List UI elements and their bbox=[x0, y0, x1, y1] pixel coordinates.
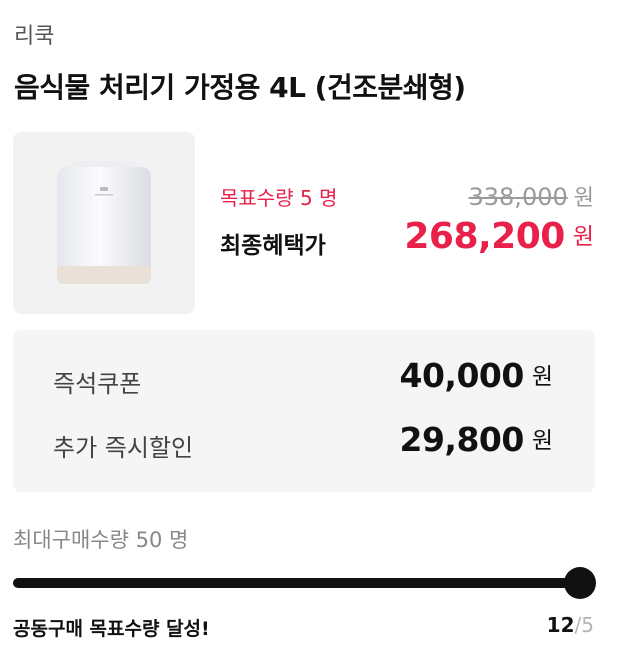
coupon-label: 즉석쿠폰 bbox=[53, 370, 142, 398]
product-thumbnail[interactable] bbox=[13, 132, 195, 314]
goal-achieved-label: 공동구매 목표수량 달성! bbox=[13, 618, 210, 640]
coupon-amount-value: 40,000 bbox=[399, 356, 524, 395]
current-count: 12 bbox=[546, 613, 575, 637]
product-title: 음식물 처리기 가정용 4L (건조분쇄형) bbox=[14, 71, 466, 104]
food-waste-processor-image bbox=[57, 161, 151, 284]
final-price-label: 최종혜택가 bbox=[220, 233, 326, 259]
progress-knob bbox=[564, 567, 596, 599]
goal-quantity-label: 목표수량 5 명 bbox=[220, 186, 338, 210]
group-buy-progress-bar bbox=[13, 567, 596, 599]
extra-discount-amount: 29,800 원 bbox=[399, 420, 553, 459]
original-price-value: 338,000 bbox=[468, 183, 568, 211]
original-price-unit: 원 bbox=[573, 186, 594, 211]
coupon-amount-unit: 원 bbox=[531, 364, 553, 390]
max-purchase-label: 최대구매수량 50 명 bbox=[13, 528, 189, 552]
original-price: 338,000 원 bbox=[469, 180, 595, 212]
participant-count: 12/5 bbox=[547, 613, 594, 637]
extra-discount-unit: 원 bbox=[531, 428, 553, 454]
final-price: 268,200 원 bbox=[404, 216, 594, 257]
brand-name: 리쿡 bbox=[14, 24, 55, 49]
goal-count: 5 bbox=[581, 613, 594, 637]
extra-discount-label: 추가 즉시할인 bbox=[53, 434, 194, 462]
coupon-amount: 40,000 원 bbox=[399, 356, 553, 395]
discount-breakdown: 즉석쿠폰 40,000 원 추가 즉시할인 29,800 원 bbox=[13, 330, 595, 492]
final-price-value: 268,200 bbox=[404, 216, 565, 257]
extra-discount-value: 29,800 bbox=[399, 420, 524, 459]
final-price-unit: 원 bbox=[572, 224, 594, 250]
progress-fill bbox=[13, 578, 580, 588]
